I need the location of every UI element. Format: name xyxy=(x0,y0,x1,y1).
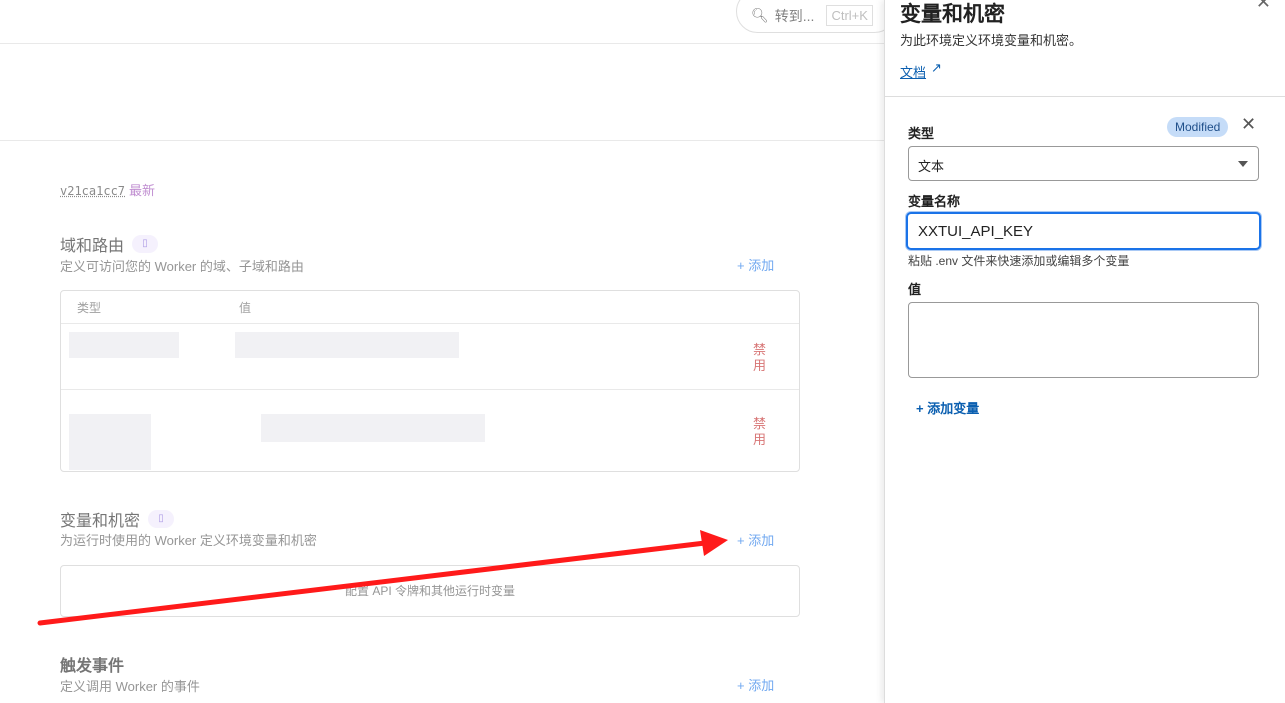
add-trigger-button[interactable]: + 添加 xyxy=(737,675,774,694)
version-info: v21ca1cc7 最新 xyxy=(60,180,155,199)
panel-description: 为此环境定义环境变量和机密。 xyxy=(900,33,1083,48)
table-row: 禁用 xyxy=(61,389,799,471)
domains-heading: 域和路由 ▯ xyxy=(60,232,159,256)
modified-badge: Modified xyxy=(1167,117,1229,137)
domains-table: 类型 值 禁用 禁用 xyxy=(60,290,800,472)
divider xyxy=(0,140,884,141)
search-box[interactable]: 🔍︎ 转到... Ctrl+K xyxy=(736,0,896,33)
panel-title: 变量和机密 xyxy=(900,3,1005,26)
close-panel-icon[interactable]: ✕ xyxy=(1256,0,1271,13)
add-variable-link[interactable]: + 添加变量 xyxy=(916,398,979,417)
type-select[interactable]: 文本 xyxy=(908,146,1259,181)
column-header-value: 值 xyxy=(239,301,252,315)
external-link-icon: ↗ xyxy=(931,60,942,75)
book-icon[interactable]: ▯ xyxy=(148,510,175,528)
add-variable-button[interactable]: + 添加 xyxy=(737,530,774,549)
type-label: 类型 xyxy=(908,126,935,141)
remove-variable-icon[interactable]: ✕ xyxy=(1241,114,1256,135)
docs-link[interactable]: 文档 xyxy=(900,62,926,81)
column-header-type: 类型 xyxy=(77,301,102,315)
table-row: 禁用 xyxy=(61,323,799,389)
triggers-title: 触发事件 xyxy=(60,658,125,675)
variable-name-input[interactable] xyxy=(906,212,1261,250)
variable-value-input[interactable] xyxy=(908,302,1259,378)
version-id[interactable]: v21ca1cc7 xyxy=(60,184,125,198)
divider xyxy=(0,43,884,44)
variables-description: 为运行时使用的 Worker 定义环境变量和机密 xyxy=(60,533,317,548)
book-icon[interactable]: ▯ xyxy=(132,235,159,253)
add-domain-button[interactable]: + 添加 xyxy=(737,255,774,274)
search-placeholder: 转到... xyxy=(774,7,815,24)
disable-button[interactable]: 禁用 xyxy=(753,342,767,374)
variables-title: 变量和机密 xyxy=(60,513,141,530)
domains-title: 域和路由 xyxy=(60,238,125,255)
value-label: 值 xyxy=(908,282,922,297)
shortcut-hint: Ctrl+K xyxy=(826,5,873,26)
chevron-down-icon xyxy=(1238,161,1248,167)
variables-empty-state: 配置 API 令牌和其他运行时变量 xyxy=(60,565,800,617)
worker-settings-page: 🔍︎ 转到... Ctrl+K v21ca1cc7 最新 域和路由 ▯ 定义可访问您… xyxy=(0,0,896,703)
search-icon: 🔍︎ xyxy=(751,7,769,23)
redacted-cell xyxy=(69,332,179,358)
redacted-cell xyxy=(69,414,151,470)
type-select-value: 文本 xyxy=(918,159,945,174)
latest-badge: 最新 xyxy=(129,183,156,198)
name-hint: 粘贴 .env 文件来快速添加或编辑多个变量 xyxy=(908,254,1130,268)
variables-side-panel: 变量和机密 ✕ 为此环境定义环境变量和机密。 文档 ↗ 类型 Modified … xyxy=(884,0,1285,703)
divider xyxy=(885,96,1285,97)
domains-description: 定义可访问您的 Worker 的域、子域和路由 xyxy=(60,259,304,274)
disable-button[interactable]: 禁用 xyxy=(753,416,767,448)
variables-heading: 变量和机密 ▯ xyxy=(60,507,175,531)
name-label: 变量名称 xyxy=(908,194,961,209)
redacted-cell xyxy=(261,414,485,442)
triggers-description: 定义调用 Worker 的事件 xyxy=(60,679,200,694)
redacted-cell xyxy=(235,332,459,358)
